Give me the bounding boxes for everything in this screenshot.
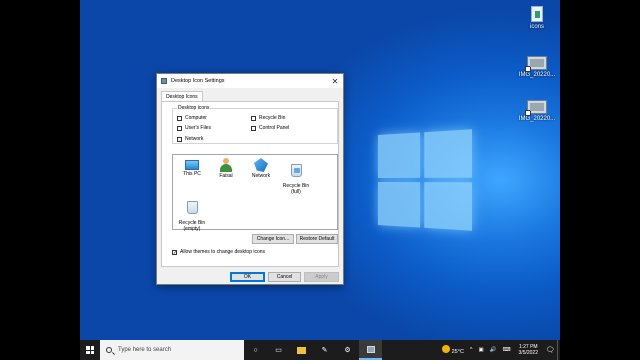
desktop-icons-group: Desktop icons Computer Recycle Bin User'… xyxy=(172,105,338,144)
language-icon[interactable]: ⌨ xyxy=(500,347,514,353)
desktop-icon-img-2[interactable]: IMG_20220... xyxy=(517,100,557,122)
recycle-bin-full-icon xyxy=(290,163,302,177)
checkbox-label: Network xyxy=(185,136,204,142)
checkbox-box-checked[interactable]: ✓ xyxy=(172,249,177,255)
checkbox-users-files[interactable]: User's Files xyxy=(177,125,211,131)
checkbox-label: Allow themes to change desktop icons xyxy=(180,249,266,255)
notification-icon[interactable]: 🗨 xyxy=(543,340,557,360)
desktop-icon-label: IMG_20220... xyxy=(518,116,556,122)
desktop-icon-label: IMG_20220... xyxy=(518,72,556,78)
checkbox-network[interactable]: Network xyxy=(177,136,203,142)
desktop-icon-settings-taskbar-icon[interactable] xyxy=(359,340,382,360)
weather-temperature: 25°C xyxy=(451,349,464,355)
search-placeholder: Type here to search xyxy=(118,347,172,353)
list-item-this-pc[interactable]: This PC xyxy=(175,158,209,178)
network-tray-icon[interactable]: ▣ xyxy=(476,347,487,353)
list-item-network[interactable]: Network xyxy=(244,158,278,180)
cortana-icon[interactable]: ○ xyxy=(244,340,267,360)
checkbox-label: Computer xyxy=(185,115,207,121)
checkbox-recycle-bin[interactable]: Recycle Bin xyxy=(251,115,285,121)
clock-date: 3/5/2022 xyxy=(518,350,538,356)
monitor-icon xyxy=(185,160,199,170)
chevron-up-icon[interactable]: ^ xyxy=(467,347,476,353)
file-icon xyxy=(531,6,543,22)
file-explorer-icon[interactable] xyxy=(290,340,313,360)
desktop-icon-settings-dialog: Desktop Icon Settings ✕ Desktop Icons De… xyxy=(156,73,344,285)
letterbox-right xyxy=(560,0,640,360)
list-item-label: This PC xyxy=(183,171,201,177)
desktop-icon-label: icons xyxy=(529,24,544,30)
cancel-button[interactable]: Cancel xyxy=(268,272,301,282)
restore-default-button[interactable]: Restore Default xyxy=(296,234,338,244)
checkbox-box[interactable] xyxy=(251,125,256,131)
list-item-user-files[interactable]: Faisal xyxy=(209,158,243,180)
group-label: Desktop icons xyxy=(177,105,211,111)
checkbox-label: Control Panel xyxy=(259,125,290,131)
close-icon[interactable]: ✕ xyxy=(327,74,343,88)
tab-panel: Desktop icons Computer Recycle Bin User'… xyxy=(161,101,339,267)
dialog-title: Desktop Icon Settings xyxy=(171,78,225,84)
list-item-recycle-bin-full[interactable]: Recycle Bin (full) xyxy=(279,158,313,201)
desktop-icon-icons[interactable]: icons xyxy=(517,6,557,30)
checkbox-box[interactable] xyxy=(177,125,182,131)
checkbox-label: Recycle Bin xyxy=(259,115,286,121)
desktop-icon-img-1[interactable]: IMG_20220... xyxy=(517,56,557,78)
list-item-label: Recycle Bin (full) xyxy=(282,183,310,195)
settings-app-icon xyxy=(161,78,167,84)
image-shortcut-icon xyxy=(525,100,547,116)
pen-tool-icon[interactable]: ✎ xyxy=(313,340,336,360)
search-icon xyxy=(106,347,112,353)
checkbox-label: User's Files xyxy=(185,125,211,131)
tab-desktop-icons[interactable]: Desktop Icons xyxy=(161,91,203,101)
desktop-icon-list[interactable]: This PC Faisal Network Recycle Bin (full… xyxy=(172,154,338,231)
list-item-recycle-bin-empty[interactable]: Recycle Bin (empty) xyxy=(175,195,209,238)
change-icon-button[interactable]: Change Icon... xyxy=(252,234,294,244)
image-shortcut-icon xyxy=(525,56,547,72)
taskbar: Type here to search ○ ▭ ✎ ⚙ 25°C ^ ▣ 🔊 ⌨… xyxy=(80,340,560,360)
show-desktop-button[interactable] xyxy=(557,340,560,360)
volume-icon[interactable]: 🔊 xyxy=(487,347,500,353)
list-item-label: Recycle Bin (empty) xyxy=(178,220,206,232)
sun-icon xyxy=(442,345,451,353)
checkbox-box[interactable] xyxy=(251,115,256,121)
taskbar-search-box[interactable]: Type here to search xyxy=(100,340,244,360)
task-view-icon[interactable]: ▭ xyxy=(267,340,290,360)
list-item-label: Network xyxy=(251,173,271,179)
checkbox-computer[interactable]: Computer xyxy=(177,115,207,121)
checkbox-box[interactable] xyxy=(177,136,182,142)
start-button[interactable] xyxy=(80,340,100,360)
system-tray: 25°C ^ ▣ 🔊 ⌨ 1:27 PM 3/5/2022 🗨 xyxy=(439,340,560,360)
ok-button[interactable]: OK xyxy=(230,272,265,282)
checkbox-allow-themes[interactable]: ✓ Allow themes to change desktop icons xyxy=(172,249,265,255)
clock[interactable]: 1:27 PM 3/5/2022 xyxy=(514,344,543,357)
windows-logo-wallpaper xyxy=(378,129,473,231)
settings-gear-icon[interactable]: ⚙ xyxy=(336,340,359,360)
recycle-bin-empty-icon xyxy=(186,200,198,214)
list-item-label: Faisal xyxy=(219,173,233,179)
user-folder-icon xyxy=(219,158,233,172)
network-icon xyxy=(254,158,268,172)
letterbox-left xyxy=(0,0,80,360)
windows-icon xyxy=(86,346,94,354)
checkbox-box[interactable] xyxy=(177,115,182,121)
weather-widget[interactable]: 25°C xyxy=(439,345,467,355)
dialog-titlebar[interactable]: Desktop Icon Settings ✕ xyxy=(157,74,343,88)
checkbox-control-panel[interactable]: Control Panel xyxy=(251,125,289,131)
apply-button[interactable]: Apply xyxy=(304,272,339,282)
